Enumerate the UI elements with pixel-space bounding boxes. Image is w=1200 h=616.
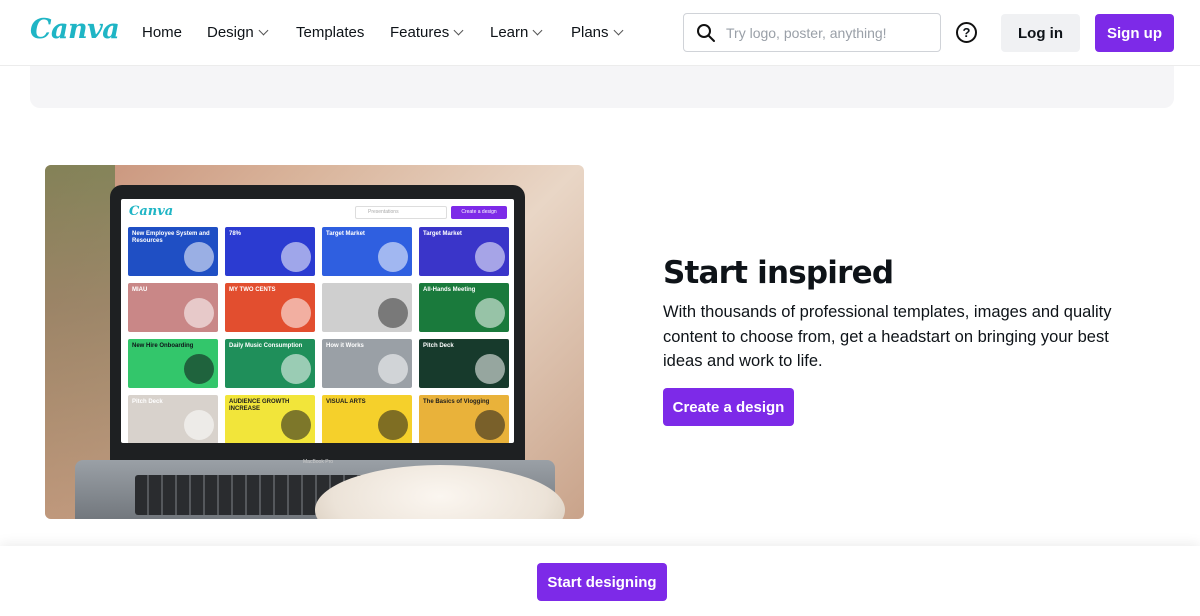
template-tile-text: MIAU [132, 287, 148, 293]
tile-decoration [378, 298, 408, 328]
template-tile-text: MY TWO CENTS [229, 287, 276, 293]
screen-create-button: Create a design [451, 206, 507, 219]
template-tile: Daily Music Consumption [225, 339, 315, 388]
laptop-screen: Canva Presentations Create a design New … [121, 199, 514, 443]
section-headline: Start inspired [663, 255, 894, 291]
nav-plans[interactable]: Plans [571, 24, 623, 41]
screen-search: Presentations [355, 206, 447, 219]
nav-features[interactable]: Features [390, 24, 464, 41]
tile-decoration [475, 410, 505, 440]
template-tile: AUDIENCE GROWTH INCREASE [225, 395, 315, 443]
sticky-bottom-bar: Start designing [0, 546, 1200, 616]
template-tile: How it Works [322, 339, 412, 388]
tile-decoration [281, 242, 311, 272]
search-box[interactable] [683, 13, 941, 52]
nav-learn-label: Learn [490, 24, 529, 41]
previous-section-strip [30, 66, 1174, 108]
create-design-button[interactable]: Create a design [663, 388, 794, 426]
template-tile: New Employee System and Resources [128, 227, 218, 276]
template-tile: MY TWO CENTS [225, 283, 315, 332]
question-circle-icon[interactable]: ? [956, 22, 977, 43]
screen-logo: Canva [129, 204, 174, 219]
tile-decoration [475, 354, 505, 384]
tile-decoration [184, 354, 214, 384]
nav-home-label: Home [142, 24, 183, 41]
template-tile: Pitch Deck [419, 339, 509, 388]
template-tile: 78% [225, 227, 315, 276]
template-tile: Target Market [419, 227, 509, 276]
laptop-brand: MacBook Pro [303, 459, 334, 465]
signup-button[interactable]: Sign up [1095, 14, 1174, 52]
tile-decoration [475, 242, 505, 272]
chevron-down-icon [258, 25, 269, 36]
tile-decoration [281, 298, 311, 328]
tile-decoration [281, 354, 311, 384]
nav-design-label: Design [207, 24, 254, 41]
start-designing-button[interactable]: Start designing [537, 563, 667, 601]
template-tile-text: Target Market [423, 231, 462, 237]
top-navigation: Canva Home Design Templates Features Lea… [0, 0, 1200, 66]
nav-templates-label: Templates [296, 24, 365, 41]
nav-templates[interactable]: Templates [296, 24, 364, 41]
tile-decoration [475, 298, 505, 328]
template-tile: MIAU [128, 283, 218, 332]
tile-decoration [184, 410, 214, 440]
chevron-down-icon [532, 25, 543, 36]
template-grid: New Employee System and Resources 78% Targ… [128, 227, 509, 443]
template-tile-text: The Basics of Vlogging [423, 399, 490, 405]
canva-logo[interactable]: Canva [30, 14, 120, 45]
template-tile-text: New Hire Onboarding [132, 343, 194, 349]
nav-features-label: Features [390, 24, 450, 41]
nav-home[interactable]: Home [142, 24, 182, 41]
chevron-down-icon [453, 25, 464, 36]
tile-decoration [184, 242, 214, 272]
hero-image: Canva Presentations Create a design New … [45, 165, 584, 519]
nav-plans-label: Plans [571, 24, 609, 41]
template-tile: Target Market [322, 227, 412, 276]
tile-decoration [378, 354, 408, 384]
login-button[interactable]: Log in [1001, 14, 1080, 52]
tile-decoration [378, 410, 408, 440]
template-tile-text: How it Works [326, 343, 364, 349]
template-tile: Pitch Deck [128, 395, 218, 443]
template-tile-text: Pitch Deck [423, 343, 454, 349]
template-tile-text: Pitch Deck [132, 399, 163, 405]
tile-decoration [184, 298, 214, 328]
template-tile: The Basics of Vlogging [419, 395, 509, 443]
template-tile-text: All-Hands Meeting [423, 287, 476, 293]
laptop: Canva Presentations Create a design New … [110, 185, 525, 463]
nav-learn[interactable]: Learn [490, 24, 543, 41]
template-tile: All-Hands Meeting [419, 283, 509, 332]
chevron-down-icon [613, 25, 623, 36]
search-input[interactable] [726, 24, 926, 41]
section-description: With thousands of professional templates… [663, 303, 1112, 370]
nav-design[interactable]: Design [207, 24, 269, 41]
template-tile-text: Daily Music Consumption [229, 343, 303, 349]
template-tile-text: AUDIENCE GROWTH INCREASE [229, 399, 290, 412]
template-tile-text: VISUAL ARTS [326, 399, 366, 405]
tile-decoration [281, 410, 311, 440]
template-tile-text: Target Market [326, 231, 365, 237]
tile-decoration [378, 242, 408, 272]
template-tile: VISUAL ARTS [322, 395, 412, 443]
template-tile: New Hire Onboarding [128, 339, 218, 388]
template-tile [322, 283, 412, 332]
template-tile-text: 78% [229, 231, 242, 237]
search-icon [697, 23, 715, 42]
